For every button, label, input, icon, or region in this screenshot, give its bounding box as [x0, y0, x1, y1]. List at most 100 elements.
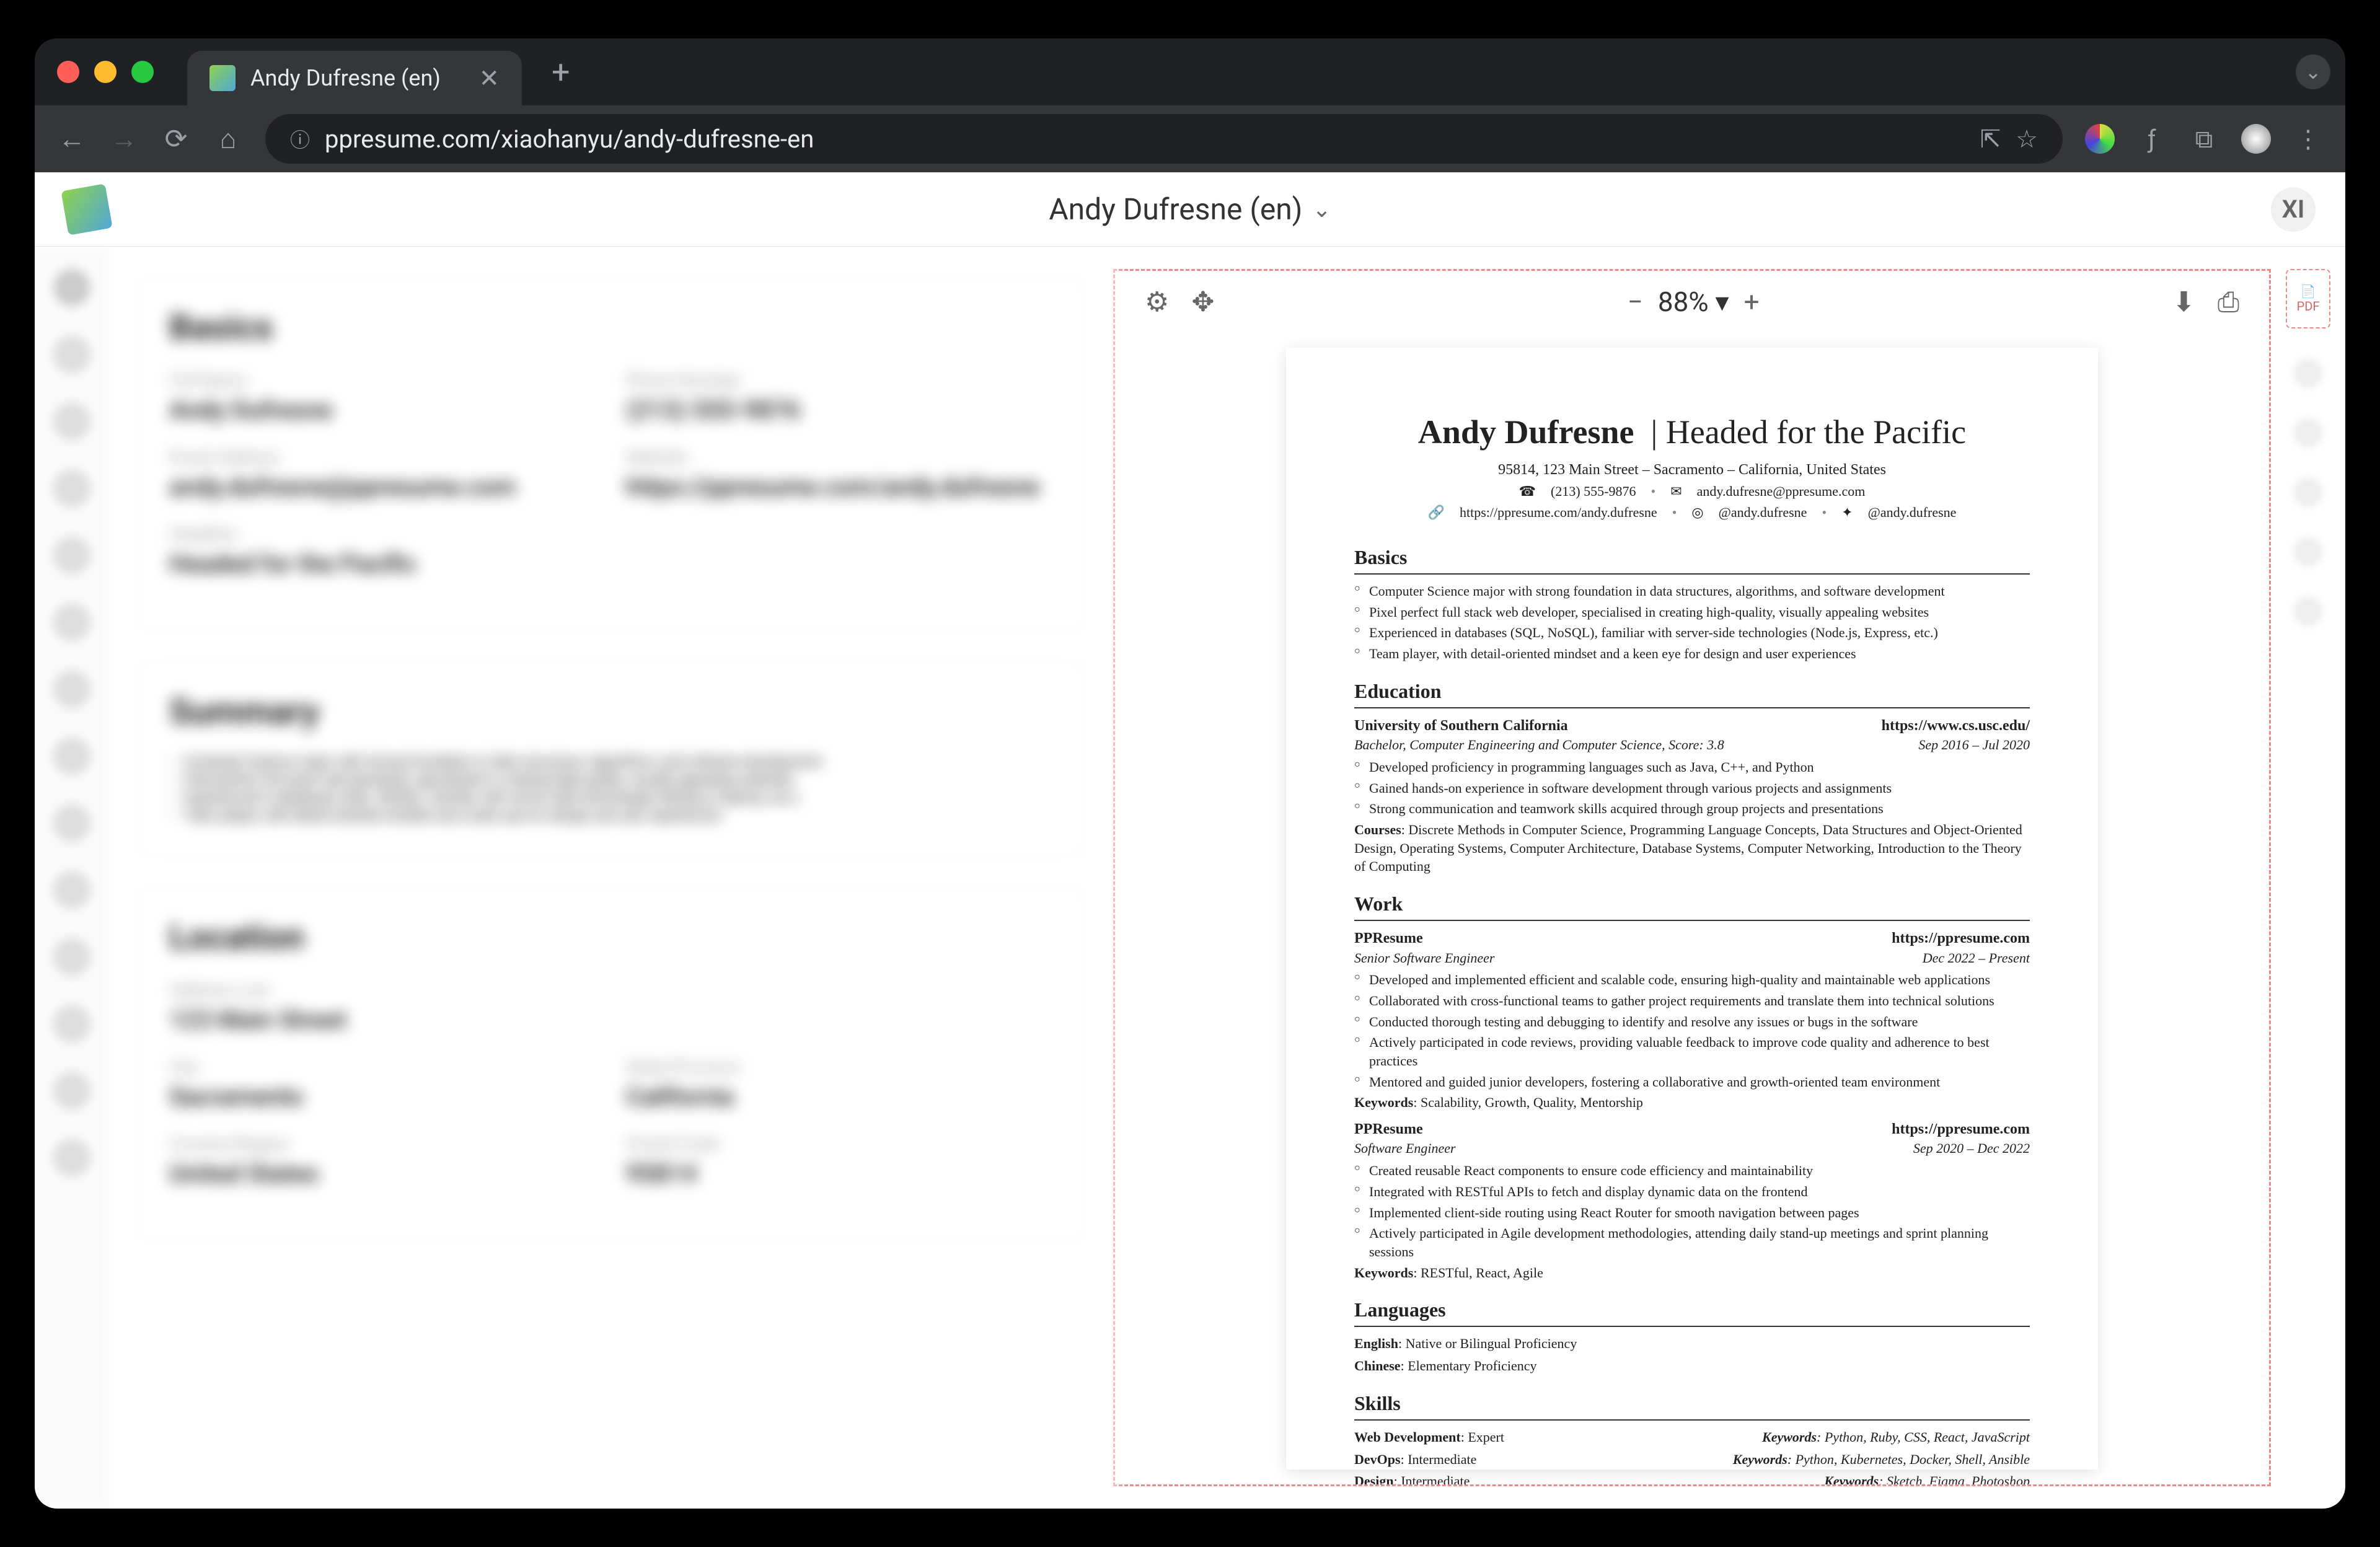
reload-button[interactable]: ⟳	[161, 123, 191, 155]
right-rail-item[interactable]	[2293, 418, 2323, 447]
rail-item[interactable]	[53, 403, 90, 440]
headline-field[interactable]: Headed for the Pacific	[169, 549, 1053, 578]
field-label: Postal Code	[626, 1134, 1053, 1154]
profile-avatar-icon[interactable]	[2241, 124, 2271, 154]
extension-icon[interactable]: ƒ	[2137, 124, 2167, 154]
download-icon[interactable]: ⬇	[2172, 286, 2195, 318]
state-field[interactable]: California	[626, 1082, 1053, 1111]
settings-icon[interactable]: ⚙	[1145, 286, 1169, 318]
tab-bar: Andy Dufresne (en) ✕ + ⌄	[35, 38, 2345, 105]
print-icon[interactable]: ⎙	[2218, 286, 2239, 318]
bookmark-icon[interactable]: ☆	[2016, 125, 2038, 154]
bullet: Team player, with detail-oriented mindse…	[1354, 645, 2030, 663]
address-bar: ← → ⟳ ⌂ ⓘ ppresume.com/xiaohanyu/andy-du…	[35, 105, 2345, 172]
resume-headline: Headed for the Pacific	[1666, 413, 1966, 451]
rail-item[interactable]	[53, 1005, 90, 1042]
resume-phone: (213) 555-9876	[1551, 482, 1636, 501]
close-tab-icon[interactable]: ✕	[478, 64, 500, 93]
field-label: Country/Region	[169, 1134, 596, 1154]
extensions-menu-icon[interactable]: ⧉	[2189, 124, 2219, 154]
document-title-dropdown[interactable]: Andy Dufresne (en) ⌄	[109, 192, 2271, 227]
full-name-field[interactable]: Andy Dufresne	[169, 395, 596, 425]
bullet: Collaborated with cross-functional teams…	[1354, 992, 2030, 1010]
field-label: Address Line	[169, 980, 1053, 1000]
phone-icon: ☎	[1519, 482, 1536, 501]
browser-menu-icon[interactable]: ⋮	[2293, 124, 2323, 154]
work-dates: Dec 2022 – Present	[1923, 949, 2030, 967]
summary-bullet[interactable]: Team player, with detail-oriented mindse…	[169, 808, 1053, 824]
rail-item[interactable]	[53, 738, 90, 775]
skill-row: DevOps: Intermediate Keywords: Python, K…	[1354, 1450, 2030, 1469]
right-rail-item[interactable]	[2293, 537, 2323, 566]
rail-item[interactable]	[53, 1139, 90, 1176]
site-info-icon[interactable]: ⓘ	[290, 125, 310, 153]
summary-bullet[interactable]: Pixel perfect full stack web developer, …	[169, 772, 1053, 788]
address-field[interactable]: 123 Main Street	[169, 1005, 1053, 1034]
tab-overflow-button[interactable]: ⌄	[2296, 55, 2330, 89]
back-button[interactable]: ←	[57, 123, 87, 155]
rail-item[interactable]	[53, 938, 90, 976]
rail-item[interactable]	[53, 671, 90, 708]
bullet: Strong communication and teamwork skills…	[1354, 800, 2030, 818]
resume-header: Andy Dufresne | Headed for the Pacific 9…	[1354, 410, 2030, 522]
forward-button[interactable]: →	[109, 123, 139, 155]
basics-card: Basics Full NameAndy Dufresne Phone Numb…	[139, 276, 1083, 631]
minimize-window-button[interactable]	[94, 61, 117, 83]
email-field[interactable]: andy.dufresne@ppresume.com	[169, 472, 596, 501]
summary-bullet[interactable]: Computer Science major with strong found…	[169, 754, 1053, 770]
tab-title: Andy Dufresne (en)	[250, 65, 464, 91]
app-logo[interactable]	[61, 183, 112, 235]
separator: |	[1642, 413, 1666, 451]
rail-item[interactable]	[53, 537, 90, 574]
bullet: Developed and implemented efficient and …	[1354, 971, 2030, 989]
bullet: Developed proficiency in programming lan…	[1354, 758, 2030, 777]
url-input[interactable]: ⓘ ppresume.com/xiaohanyu/andy-dufresne-e…	[265, 114, 2063, 164]
separator: •	[1672, 503, 1677, 522]
zoom-level[interactable]: 88% ▾	[1658, 286, 1729, 318]
rail-item[interactable]	[53, 470, 90, 507]
postal-field[interactable]: 95814	[626, 1159, 1053, 1188]
chevron-down-icon: ⌄	[1313, 196, 1331, 223]
rail-item[interactable]	[53, 269, 90, 306]
zoom-controls: − 88% ▾ +	[1628, 286, 1760, 318]
right-rail-item[interactable]	[2293, 596, 2323, 626]
website-field[interactable]: https://ppresume.com/andy.dufresne	[626, 472, 1053, 501]
workspace: Basics Full NameAndy Dufresne Phone Numb…	[35, 247, 2345, 1509]
right-rail: 📄 PDF	[2271, 247, 2345, 1509]
form-editor-panel: Basics Full NameAndy Dufresne Phone Numb…	[109, 247, 1113, 1509]
rail-item[interactable]	[53, 804, 90, 842]
rail-item[interactable]	[53, 604, 90, 641]
field-label: Email Address	[169, 447, 596, 467]
move-icon[interactable]: ✥	[1191, 286, 1214, 318]
open-external-icon[interactable]: ⇱	[1980, 125, 2001, 154]
maximize-window-button[interactable]	[131, 61, 154, 83]
country-field[interactable]: United States	[169, 1159, 596, 1188]
language-row: English: Native or Bilingual Proficiency	[1354, 1334, 2030, 1353]
browser-tab[interactable]: Andy Dufresne (en) ✕	[187, 51, 522, 105]
rail-item[interactable]	[53, 871, 90, 909]
separator: •	[1822, 503, 1827, 522]
zoom-out-icon[interactable]: −	[1628, 286, 1643, 318]
extension-icon[interactable]	[2085, 124, 2115, 154]
close-window-button[interactable]	[57, 61, 79, 83]
summary-bullet[interactable]: Experienced in databases (SQL, NoSQL), f…	[169, 790, 1053, 806]
app-header: Andy Dufresne (en) ⌄ XI	[35, 172, 2345, 247]
phone-field[interactable]: (213) 555-9876	[626, 395, 1053, 425]
work-bullets: Developed and implemented efficient and …	[1354, 971, 2030, 1091]
zoom-in-icon[interactable]: +	[1744, 286, 1760, 318]
new-tab-button[interactable]: +	[537, 53, 585, 91]
user-avatar[interactable]: XI	[2271, 187, 2316, 232]
link-icon: 🔗	[1428, 503, 1445, 522]
rail-item[interactable]	[53, 1072, 90, 1109]
preview-scroll[interactable]: Andy Dufresne | Headed for the Pacific 9…	[1115, 333, 2269, 1484]
bullet: Pixel perfect full stack web developer, …	[1354, 603, 2030, 622]
card-title: Summary	[169, 691, 1053, 732]
resume-email: andy.dufresne@ppresume.com	[1697, 482, 1866, 501]
rail-item[interactable]	[53, 336, 90, 373]
right-rail-item[interactable]	[2293, 477, 2323, 507]
right-rail-item[interactable]	[2293, 358, 2323, 388]
city-field[interactable]: Sacramento	[169, 1082, 596, 1111]
resume-handle: @andy.dufresne	[1868, 503, 1957, 522]
home-button[interactable]: ⌂	[213, 123, 243, 155]
export-pdf-button[interactable]: 📄 PDF	[2286, 269, 2330, 328]
